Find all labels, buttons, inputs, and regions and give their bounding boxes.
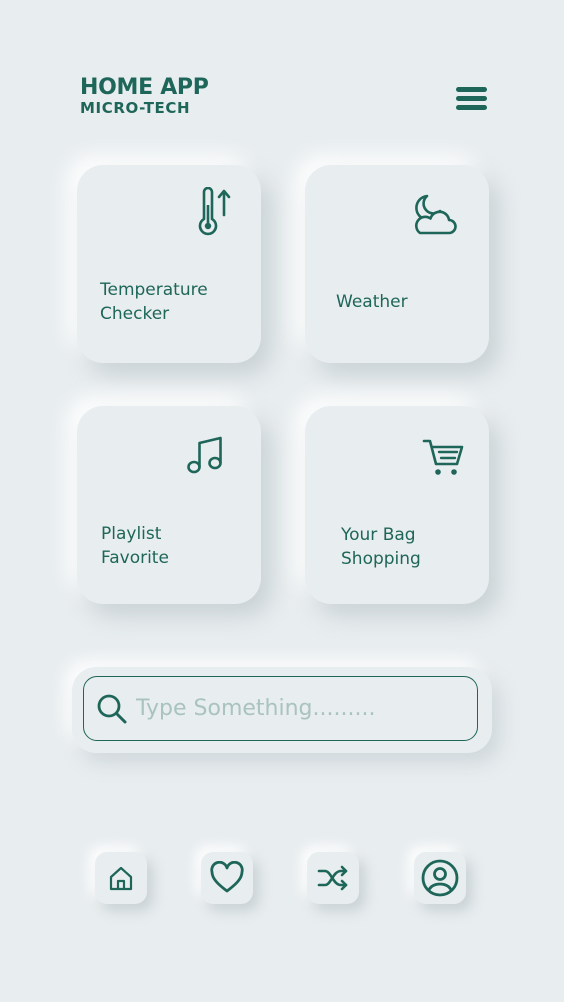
nav-profile-button[interactable] [414, 852, 466, 904]
nav-home-button[interactable] [95, 852, 147, 904]
card-label-line: Temperature [100, 280, 208, 300]
card-label: Your Bag Shopping [341, 523, 421, 571]
music-note-icon [187, 436, 222, 474]
nav-shuffle-button[interactable] [307, 852, 359, 904]
app-subtitle: MICRO-TECH [80, 99, 191, 117]
hamburger-menu-icon [456, 87, 487, 110]
search-input[interactable] [136, 687, 456, 729]
app-logo: HOME APP MICRO-TECH [80, 77, 209, 116]
app-title: HOME APP [80, 75, 209, 100]
search-icon [97, 694, 127, 724]
search-container [72, 667, 492, 753]
shopping-cart-icon [422, 439, 464, 475]
menu-button[interactable] [454, 85, 490, 113]
moon-cloud-icon [415, 194, 457, 235]
card-label-line: Your Bag [341, 525, 416, 545]
card-label: Temperature Checker [100, 278, 208, 326]
card-label: Playlist Favorite [101, 522, 169, 570]
shuffle-icon [317, 865, 348, 891]
card-playlist-favorite[interactable]: Playlist Favorite [77, 406, 261, 604]
card-weather[interactable]: Weather [305, 165, 489, 363]
heart-icon [210, 861, 244, 893]
card-label-line: Checker [100, 304, 170, 324]
card-label: Weather [336, 290, 408, 314]
card-label-line: Favorite [101, 548, 169, 568]
card-label-line: Shopping [341, 549, 421, 569]
thermometer-icon [198, 187, 231, 236]
card-your-bag-shopping[interactable]: Your Bag Shopping [305, 406, 489, 604]
card-label-line: Weather [336, 292, 408, 312]
search-field[interactable] [83, 676, 478, 741]
home-icon [109, 866, 133, 891]
card-temperature-checker[interactable]: Temperature Checker [77, 165, 261, 363]
nav-favorites-button[interactable] [201, 852, 253, 904]
user-circle-icon [421, 859, 459, 897]
card-label-line: Playlist [101, 524, 162, 544]
